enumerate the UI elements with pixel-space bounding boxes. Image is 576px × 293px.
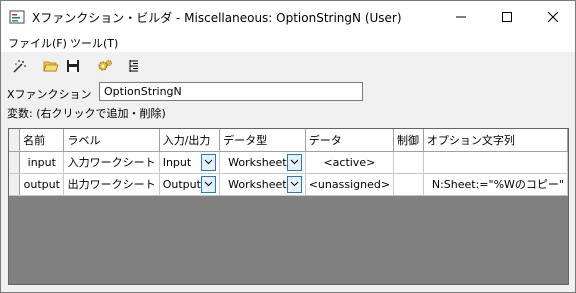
row-header[interactable]	[9, 151, 21, 174]
window-title: Xファンクション・ビルダ - Miscellaneous: OptionStri…	[32, 11, 402, 25]
column-header-io[interactable]: 入力/出力	[159, 129, 221, 152]
column-header-label[interactable]: ラベル	[63, 129, 160, 152]
table-row[interactable]: input 入力ワークシート Input Worksheet <active>	[9, 151, 568, 174]
menu-file[interactable]: ファイル(F)	[8, 35, 67, 51]
cell-data[interactable]: <unassigned>	[305, 173, 395, 196]
table-header-row: 名前 ラベル 入力/出力 データ型 データ 制御 オプション文字列	[9, 129, 568, 152]
gear-icon[interactable]	[95, 56, 115, 76]
xfunction-label: Xファンクション	[7, 88, 92, 101]
chevron-down-icon	[290, 181, 299, 187]
type-dropdown-button[interactable]	[286, 175, 302, 193]
cell-data[interactable]: <active>	[305, 151, 395, 174]
io-select-value: Output	[162, 177, 201, 191]
io-select-value: Input	[162, 155, 192, 169]
column-header-option[interactable]: オプション文字列	[423, 129, 568, 152]
row-header[interactable]	[9, 173, 21, 196]
column-header-type[interactable]: データ型	[219, 129, 306, 152]
type-select-value: Worksheet	[228, 155, 287, 169]
menu-tools[interactable]: ツール(T)	[70, 35, 118, 51]
menu-bar: ファイル(F) ツール(T)	[1, 32, 575, 52]
variables-table: 名前 ラベル 入力/出力 データ型 データ 制御 オプション文字列 input …	[9, 129, 568, 196]
cell-type[interactable]: Worksheet	[219, 173, 306, 196]
wand-icon[interactable]	[9, 56, 29, 76]
cell-label[interactable]: 出力ワークシート	[63, 173, 160, 196]
variables-grid: 名前 ラベル 入力/出力 データ型 データ 制御 オプション文字列 input …	[8, 128, 569, 285]
xfunction-name-input[interactable]	[99, 82, 363, 101]
maximize-button[interactable]	[484, 1, 530, 32]
column-header-data[interactable]: データ	[305, 129, 395, 152]
cell-control[interactable]	[393, 173, 424, 196]
io-dropdown-button[interactable]	[201, 153, 217, 171]
title-bar: Xファンクション・ビルダ - Miscellaneous: OptionStri…	[1, 1, 575, 32]
cell-label[interactable]: 入力ワークシート	[63, 151, 160, 174]
chevron-down-icon	[290, 159, 299, 165]
xfunction-builder-window: Xファンクション・ビルダ - Miscellaneous: OptionStri…	[0, 0, 576, 293]
cell-name[interactable]: input	[19, 151, 65, 174]
cell-option[interactable]	[423, 151, 568, 174]
cell-io[interactable]: Input	[159, 151, 221, 174]
type-dropdown-button[interactable]	[286, 153, 302, 171]
chevron-down-icon	[204, 159, 213, 165]
io-dropdown-button[interactable]	[201, 175, 217, 193]
chevron-down-icon	[204, 181, 213, 187]
cell-type[interactable]: Worksheet	[219, 151, 306, 174]
minimize-button[interactable]	[438, 1, 484, 32]
table-row[interactable]: output 出力ワークシート Output Worksheet <unassi…	[9, 173, 568, 196]
cell-io[interactable]: Output	[159, 173, 221, 196]
variables-label: 変数: (右クリックで追加・削除)	[7, 107, 166, 120]
cell-control[interactable]	[393, 151, 424, 174]
save-icon[interactable]	[63, 56, 83, 76]
cell-option[interactable]: N:Sheet:="%Wのコピー"	[423, 173, 568, 196]
toolbar	[1, 54, 575, 78]
app-icon	[9, 9, 25, 25]
column-header-control[interactable]: 制御	[393, 129, 424, 152]
column-header-name[interactable]: 名前	[19, 129, 65, 152]
row-header-corner	[9, 129, 21, 152]
folder-open-icon[interactable]	[41, 56, 61, 76]
close-button[interactable]	[530, 1, 576, 32]
tree-icon[interactable]	[124, 56, 144, 76]
cell-name[interactable]: output	[19, 173, 65, 196]
type-select-value: Worksheet	[228, 177, 287, 191]
